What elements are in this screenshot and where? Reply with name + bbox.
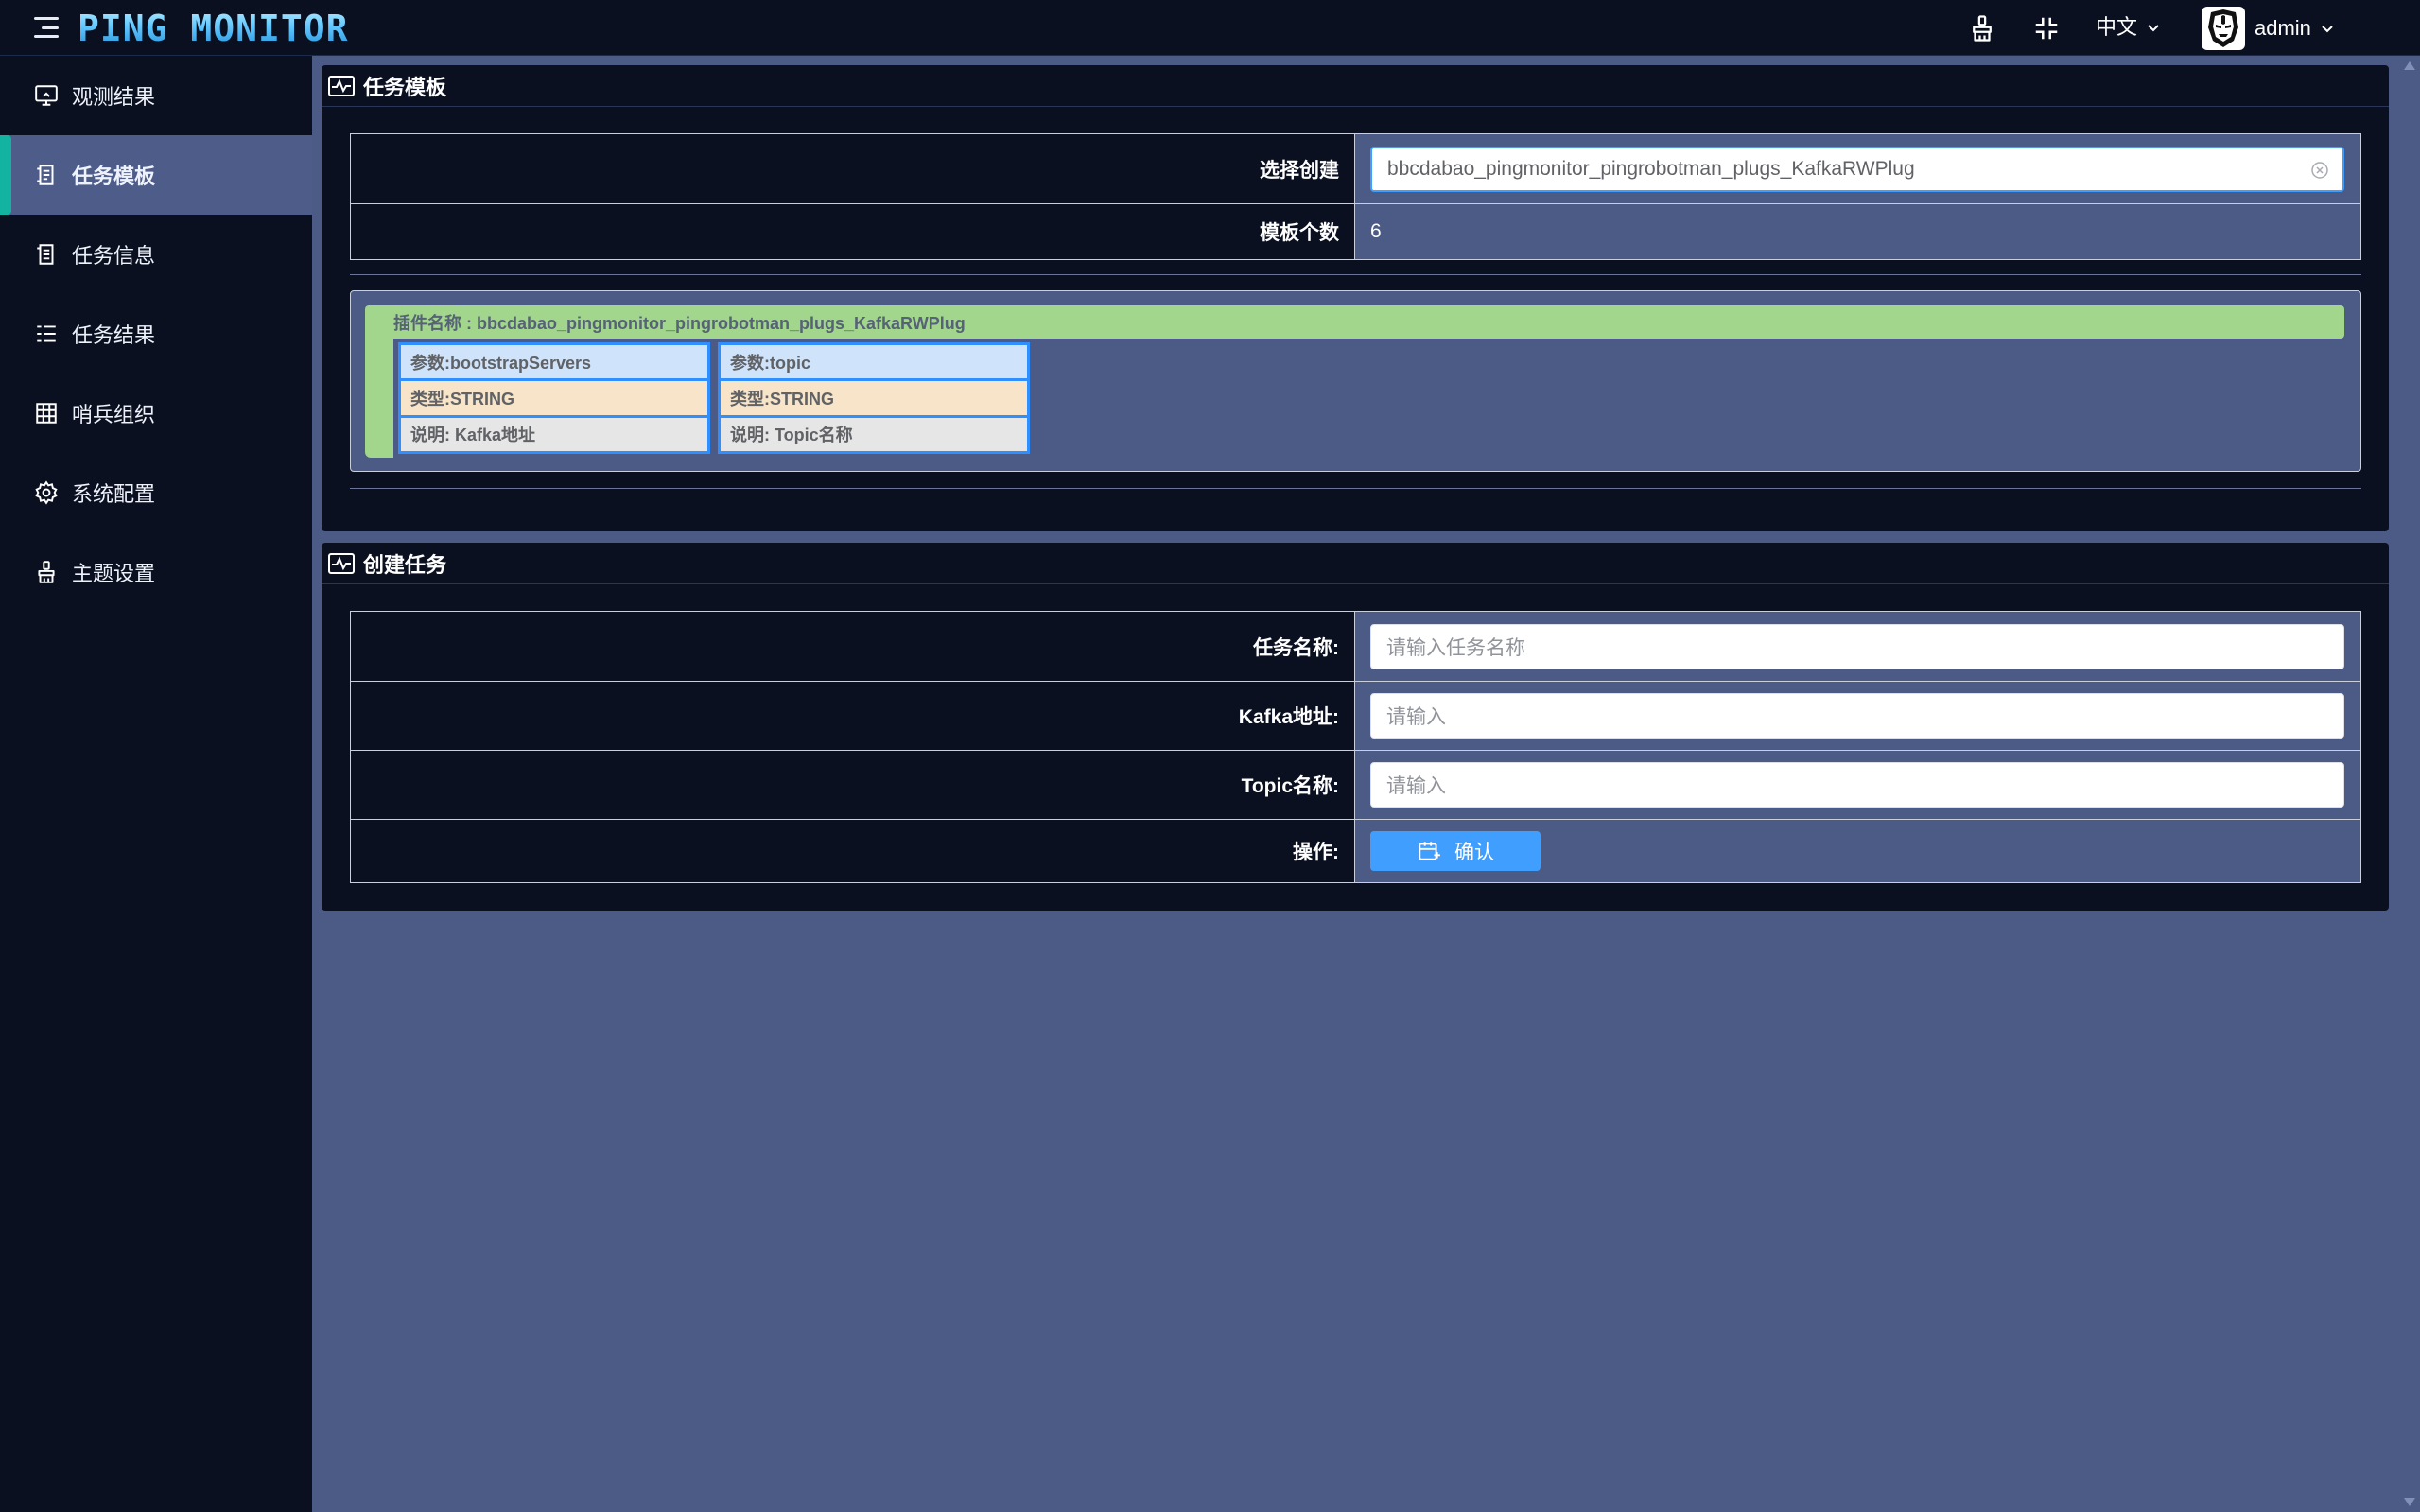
- create-task-panel: 创建任务 任务名称: 请输入任务名称 Kafka地址: 请输入 Topic名称:: [322, 543, 2389, 911]
- sidebar-item-observation-results[interactable]: 观测结果: [0, 56, 312, 135]
- param-name: 参数:bootstrapServers: [401, 345, 707, 379]
- template-count-label: 模板个数: [351, 204, 1355, 259]
- scrollbar[interactable]: [2400, 56, 2420, 1512]
- sidebar-item-task-info[interactable]: 任务信息: [0, 215, 312, 294]
- panel-title: 创建任务: [363, 552, 447, 577]
- template-count-value: 6: [1355, 204, 2360, 259]
- param-desc: 说明: Kafka地址: [401, 417, 707, 451]
- confirm-button[interactable]: 确认: [1370, 831, 1541, 871]
- list-icon: [34, 322, 59, 346]
- divider: [350, 274, 2361, 275]
- user-name: admin: [2255, 16, 2311, 40]
- topic-name-placeholder: 请输入: [1386, 775, 1446, 797]
- plugin-sidebar-bar: [365, 339, 393, 458]
- panel-title: 任务模板: [363, 75, 447, 99]
- select-create-label: 选择创建: [351, 134, 1355, 203]
- avatar: [2202, 7, 2245, 50]
- template-form-table: 选择创建 bbcdabao_pingmonitor_pingrobotman_p…: [350, 133, 2361, 260]
- sidebar-item-sentinel-org[interactable]: 哨兵组织: [0, 374, 312, 453]
- sidebar-item-theme-settings[interactable]: 主题设置: [0, 532, 312, 612]
- param-card: 参数:topic 类型:STRING 说明: Topic名称: [718, 342, 1030, 454]
- kafka-address-placeholder: 请输入: [1386, 706, 1446, 728]
- chart-pulse-icon: [327, 75, 356, 97]
- scroll-up-arrow-icon[interactable]: [2404, 61, 2415, 70]
- topic-name-input[interactable]: 请输入: [1370, 762, 2344, 808]
- kafka-address-input[interactable]: 请输入: [1370, 693, 2344, 739]
- calendar-add-icon: [1419, 842, 1440, 860]
- language-label: 中文: [2096, 15, 2138, 39]
- sidebar: 观测结果 任务模板 任务信息 任务结果 哨兵组织 系统配置 主题设置: [0, 56, 312, 1512]
- sidebar-item-label: 任务结果: [72, 323, 156, 347]
- param-name: 参数:topic: [721, 345, 1027, 379]
- action-label: 操作:: [351, 820, 1355, 882]
- kafka-address-label: Kafka地址:: [351, 682, 1355, 750]
- form-row: Topic名称: 请输入: [351, 750, 2360, 819]
- chevron-down-icon: [2322, 26, 2333, 33]
- chevron-down-icon: [2148, 25, 2159, 32]
- param-desc: 说明: Topic名称: [721, 417, 1027, 451]
- clear-icon[interactable]: [2310, 161, 2329, 180]
- gear-icon: [34, 480, 59, 505]
- monitor-icon: [34, 83, 59, 108]
- scroll-down-arrow-icon[interactable]: [2404, 1498, 2415, 1506]
- confirm-button-label: 确认: [1454, 842, 1494, 863]
- sidebar-item-task-results[interactable]: 任务结果: [0, 294, 312, 374]
- task-name-input[interactable]: 请输入任务名称: [1370, 623, 2344, 669]
- template-icon: [34, 163, 59, 187]
- iron-man-avatar-icon: [2208, 9, 2238, 47]
- panel-header: 创建任务: [322, 543, 2389, 584]
- template-select-value: bbcdabao_pingmonitor_pingrobotman_plugs_…: [1387, 157, 1915, 180]
- grid-icon: [34, 401, 59, 426]
- compress-icon[interactable]: [2029, 11, 2063, 45]
- user-menu[interactable]: admin: [2202, 7, 2334, 50]
- sidebar-item-label: 任务信息: [72, 244, 156, 268]
- form-row: 操作: 确认: [351, 819, 2360, 882]
- create-form-table: 任务名称: 请输入任务名称 Kafka地址: 请输入 Topic名称: 请输入: [350, 611, 2361, 883]
- plugin-name: 插件名称 : bbcdabao_pingmonitor_pingrobotman…: [365, 305, 2344, 339]
- param-card: 参数:bootstrapServers 类型:STRING 说明: Kafka地…: [398, 342, 710, 454]
- topic-name-label: Topic名称:: [351, 751, 1355, 819]
- paint-brush-icon[interactable]: [1965, 11, 1999, 45]
- sidebar-item-system-config[interactable]: 系统配置: [0, 453, 312, 532]
- form-value-cell: 确认: [1355, 820, 2360, 882]
- task-template-panel: 任务模板 选择创建 bbcdabao_pingmonitor_pingrobot…: [322, 65, 2389, 531]
- task-name-placeholder: 请输入任务名称: [1386, 636, 1525, 659]
- sidebar-item-label: 系统配置: [72, 482, 156, 506]
- param-type: 类型:STRING: [721, 381, 1027, 415]
- form-value-cell: bbcdabao_pingmonitor_pingrobotman_plugs_…: [1355, 134, 2360, 203]
- top-header: PING MONITOR 中文 admin: [0, 0, 2420, 56]
- form-row: 选择创建 bbcdabao_pingmonitor_pingrobotman_p…: [351, 134, 2360, 203]
- divider: [350, 488, 2361, 489]
- form-row: Kafka地址: 请输入: [351, 681, 2360, 750]
- app-logo: PING MONITOR: [78, 8, 349, 49]
- form-row: 任务名称: 请输入任务名称: [351, 612, 2360, 681]
- form-value-cell: 请输入: [1355, 682, 2360, 750]
- form-value-cell: 请输入任务名称: [1355, 612, 2360, 681]
- plugin-details: 插件名称 : bbcdabao_pingmonitor_pingrobotman…: [350, 290, 2361, 472]
- language-selector[interactable]: 中文: [2096, 13, 2160, 42]
- param-type: 类型:STRING: [401, 381, 707, 415]
- form-value-cell: 请输入: [1355, 751, 2360, 819]
- form-row: 模板个数 6: [351, 203, 2360, 259]
- chart-pulse-icon: [327, 552, 356, 575]
- template-select[interactable]: bbcdabao_pingmonitor_pingrobotman_plugs_…: [1370, 146, 2344, 192]
- sidebar-item-label: 哨兵组织: [72, 403, 156, 426]
- sidebar-item-label: 任务模板: [72, 165, 156, 188]
- sidebar-item-label: 主题设置: [72, 562, 156, 585]
- paint-brush-icon: [34, 560, 59, 584]
- sidebar-item-label: 观测结果: [72, 85, 156, 109]
- sidebar-item-task-template[interactable]: 任务模板: [0, 135, 312, 215]
- document-icon: [34, 242, 59, 267]
- panel-header: 任务模板: [322, 65, 2389, 107]
- hamburger-icon[interactable]: [34, 17, 59, 38]
- task-name-label: 任务名称:: [351, 612, 1355, 681]
